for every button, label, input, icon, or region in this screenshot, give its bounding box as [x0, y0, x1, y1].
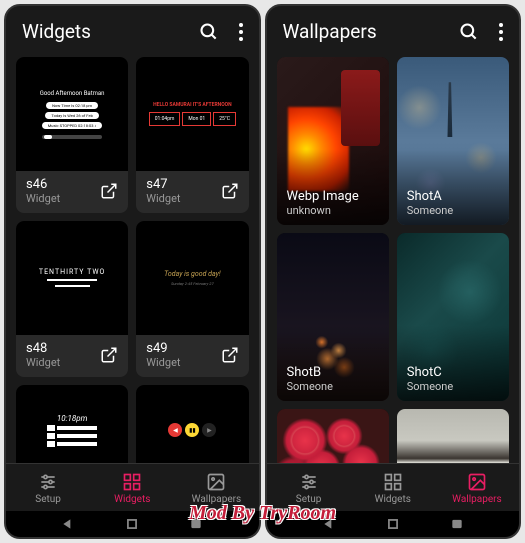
- preview-text: Sunday 2:45 February 27: [171, 281, 214, 286]
- home-icon[interactable]: [125, 517, 139, 531]
- widget-grid: Good Afternoon Batman Now Time Is 02:18 …: [6, 57, 259, 463]
- preview-text: Mon 01: [182, 112, 211, 126]
- back-icon[interactable]: [61, 517, 75, 531]
- wallpaper-card[interactable]: Webp Imageunknown: [277, 57, 389, 225]
- card-title: ShotB: [287, 365, 333, 380]
- page-title: Widgets: [22, 20, 199, 43]
- card-subtitle: Someone: [287, 380, 333, 393]
- wallpaper-card[interactable]: [277, 409, 389, 463]
- wallpaper-card[interactable]: ShotCSomeone: [397, 233, 509, 401]
- nav-label: Widgets: [375, 494, 411, 505]
- page-title: Wallpapers: [283, 20, 460, 43]
- more-icon[interactable]: [239, 23, 243, 41]
- open-icon[interactable]: [100, 182, 118, 200]
- watermark: Mod By TryRoom: [189, 502, 336, 525]
- open-icon[interactable]: [221, 346, 239, 364]
- preview-text: HELLO SAMURAI IT'S AFTERNOON: [153, 102, 232, 108]
- preview-text: Today is good day!: [164, 270, 220, 278]
- card-subtitle: Widget: [146, 356, 214, 369]
- nav-label: Wallpapers: [452, 494, 502, 505]
- open-icon[interactable]: [100, 346, 118, 364]
- card-subtitle: Someone: [407, 204, 453, 217]
- nav-widgets[interactable]: Widgets: [351, 472, 435, 505]
- phone-right: Wallpapers Webp Imageunknown ShotASomeon…: [265, 4, 522, 539]
- nav-widgets[interactable]: Widgets: [90, 472, 174, 505]
- nav-label: Setup: [35, 494, 61, 505]
- widget-card[interactable]: 10:18pm: [16, 385, 128, 463]
- widget-card[interactable]: TENTHIRTY TWO s48 Widget: [16, 221, 128, 377]
- phone-left: Widgets Good Afternoon Batman Now Time I…: [4, 4, 261, 539]
- wallpaper-card[interactable]: [397, 409, 509, 463]
- card-title: s49: [146, 341, 214, 356]
- card-subtitle: Widget: [26, 356, 94, 369]
- card-subtitle: Widget: [146, 192, 214, 205]
- widget-card[interactable]: Today is good day! Sunday 2:45 February …: [136, 221, 248, 377]
- wallpaper-card[interactable]: ShotBSomeone: [277, 233, 389, 401]
- preview-text: Now Time Is 02:18 pm: [46, 102, 98, 109]
- widget-card[interactable]: Good Afternoon Batman Now Time Is 02:18 …: [16, 57, 128, 213]
- widget-card[interactable]: ◀ ▮▮ ▶: [136, 385, 248, 463]
- nav-wallpapers[interactable]: Wallpapers: [174, 472, 258, 505]
- nav-label: Widgets: [114, 494, 150, 505]
- widget-card[interactable]: HELLO SAMURAI IT'S AFTERNOON 01:04pm Mon…: [136, 57, 248, 213]
- search-icon[interactable]: [459, 22, 479, 42]
- card-title: ShotA: [407, 189, 453, 204]
- open-icon[interactable]: [221, 182, 239, 200]
- preview-text: Music STOPPED 02:18:03 ♪: [42, 122, 103, 129]
- card-subtitle: Widget: [26, 192, 94, 205]
- home-icon[interactable]: [386, 517, 400, 531]
- nav-wallpapers[interactable]: Wallpapers: [435, 472, 519, 505]
- card-title: Webp Image: [287, 189, 359, 204]
- card-title: s47: [146, 177, 214, 192]
- wallpaper-grid: Webp Imageunknown ShotASomeone ShotBSome…: [267, 57, 520, 463]
- card-title: s46: [26, 177, 94, 192]
- recent-icon[interactable]: [450, 517, 464, 531]
- nav-setup[interactable]: Setup: [267, 472, 351, 505]
- header: Widgets: [6, 6, 259, 57]
- more-icon[interactable]: [499, 23, 503, 41]
- card-subtitle: unknown: [287, 204, 359, 217]
- card-title: ShotC: [407, 365, 453, 380]
- preview-text: Good Afternoon Batman: [40, 90, 105, 97]
- preview-text: TENTHIRTY TWO: [39, 268, 105, 276]
- header: Wallpapers: [267, 6, 520, 57]
- preview-text: 25°C: [213, 112, 236, 126]
- nav-setup[interactable]: Setup: [6, 472, 90, 505]
- card-subtitle: Someone: [407, 380, 453, 393]
- preview-text: Today Is Wed 26 of Feb: [45, 112, 98, 119]
- preview-text: 10:18pm: [57, 414, 88, 423]
- search-icon[interactable]: [199, 22, 219, 42]
- preview-text: 01:04pm: [149, 112, 181, 126]
- card-title: s48: [26, 341, 94, 356]
- wallpaper-card[interactable]: ShotASomeone: [397, 57, 509, 225]
